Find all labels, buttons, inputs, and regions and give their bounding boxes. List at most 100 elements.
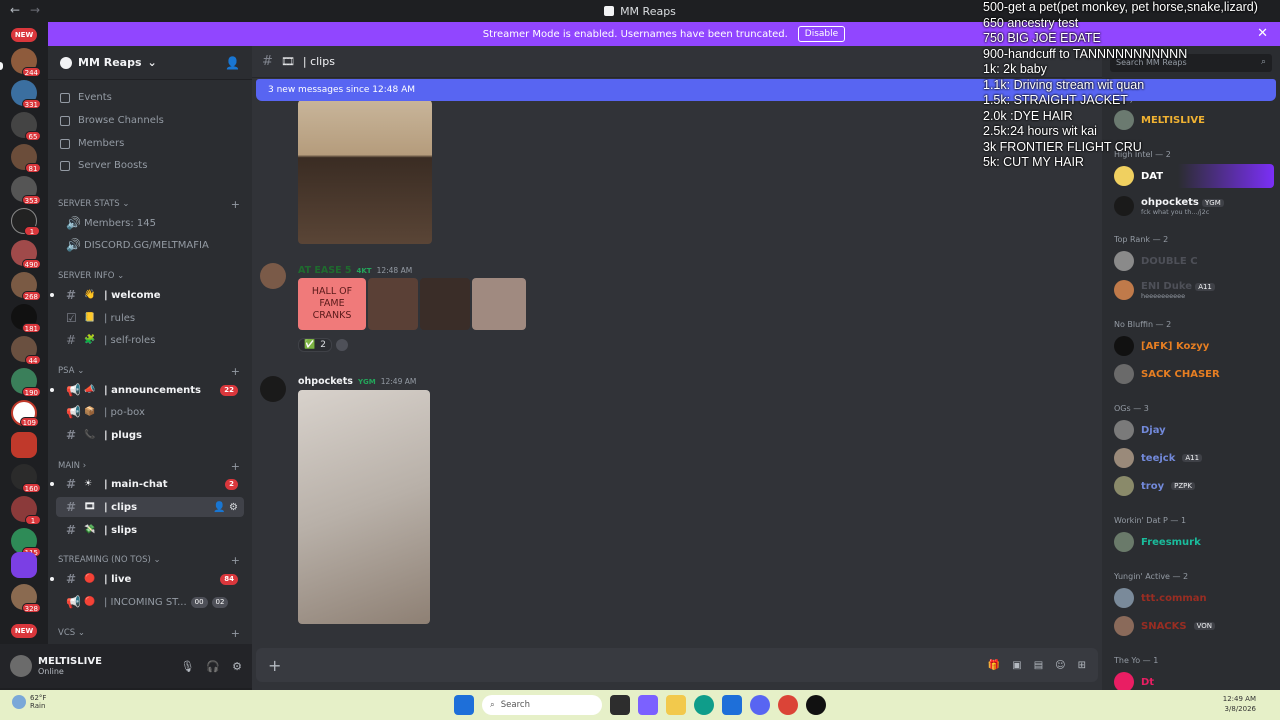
server-icon-6[interactable]: 1 (11, 208, 40, 236)
server-icon-11[interactable]: 190 (11, 368, 41, 397)
message-composer[interactable]: + 🎁 ▣ ▤ ☺ ⊞ (256, 648, 1098, 682)
message-author[interactable]: ohpockets (298, 376, 353, 387)
forward-arrow-icon[interactable]: → (30, 3, 40, 17)
nav-server-boosts[interactable]: Server Boosts (60, 160, 147, 171)
avatar[interactable] (10, 655, 32, 677)
store-icon[interactable] (722, 695, 742, 715)
nav-members[interactable]: Members (60, 138, 124, 149)
member-item[interactable]: Djay (1114, 418, 1274, 442)
nav-events[interactable]: Events (60, 92, 112, 103)
add-channel-icon[interactable]: + (231, 554, 240, 567)
member-item[interactable]: SACK CHASER (1114, 362, 1274, 386)
server-icon-7[interactable]: 490 (11, 240, 41, 269)
member-item[interactable]: SNACKS VON (1114, 614, 1274, 638)
category-psa[interactable]: PSA ⌄ + (58, 365, 240, 378)
category-main[interactable]: MAIN › + (58, 460, 240, 473)
add-channel-icon[interactable]: + (231, 627, 240, 640)
gear-icon[interactable]: ⚙ (232, 660, 242, 673)
channel-members-count[interactable]: 🔊 Members: 145 (56, 213, 244, 233)
gif-icon[interactable]: ▣ (1012, 660, 1021, 671)
channel-announcements[interactable]: 📢 📣 | announcements 22 (50, 380, 244, 400)
server-icon-1[interactable]: 244 (11, 48, 41, 77)
channel-label: | live (104, 573, 132, 585)
server-icon-15[interactable]: 1 (11, 496, 41, 525)
weather-widget[interactable]: 62°F Rain (12, 694, 46, 710)
server-icon-13[interactable] (11, 432, 37, 458)
message-image[interactable] (298, 390, 430, 624)
taskbar-search[interactable]: ⌕ Search (482, 695, 602, 715)
sticker-icon[interactable]: ▤ (1034, 660, 1043, 671)
nav-browse-channels[interactable]: Browse Channels (60, 115, 164, 126)
server-icon-12[interactable]: 109 (11, 400, 39, 427)
avatar[interactable] (260, 376, 286, 402)
microphone-icon[interactable]: 🎙 (180, 660, 194, 673)
add-channel-icon[interactable]: + (231, 198, 240, 211)
server-icon-10[interactable]: 44 (11, 336, 41, 365)
server-icon-5[interactable]: 353 (11, 176, 41, 205)
back-arrow-icon[interactable]: ← (10, 3, 20, 17)
channel-live[interactable]: # 🔴 | live 84 (50, 569, 244, 589)
member-item[interactable]: troy PZPK (1114, 474, 1274, 498)
channel-plugs[interactable]: # 📞 | plugs (56, 425, 244, 445)
server-icon-3[interactable]: 65 (11, 112, 41, 141)
copilot-icon[interactable] (638, 695, 658, 715)
gift-icon[interactable]: 🎁 (988, 660, 1000, 671)
channel-main-chat[interactable]: # ☀ | main-chat 2 (50, 474, 244, 494)
member-item[interactable]: [AFK] Kozyy (1114, 334, 1274, 358)
file-explorer-icon[interactable] (666, 695, 686, 715)
add-attachment-icon[interactable]: + (268, 656, 281, 675)
chrome-icon[interactable] (778, 695, 798, 715)
edge-icon[interactable] (694, 695, 714, 715)
windows-start-icon[interactable] (454, 695, 474, 715)
avatar[interactable] (260, 263, 286, 289)
add-channel-icon[interactable]: + (231, 365, 240, 378)
server-icon-14[interactable]: 160 (11, 464, 41, 493)
server-icon-8[interactable]: 268 (11, 272, 41, 301)
server-icon-18[interactable]: 328 (11, 584, 41, 613)
member-item[interactable]: ohpockets YGM fck what you th.../j2c (1114, 194, 1274, 218)
invite-icon[interactable]: 👤 (225, 56, 240, 70)
member-item[interactable]: ENI Duke A11 heeeeeeeeee (1114, 278, 1274, 302)
channel-invite[interactable]: 🔊 DISCORD.GG/MELTMAFIA (56, 235, 244, 255)
server-icon-4[interactable]: 81 (11, 144, 41, 173)
category-streaming[interactable]: STREAMING (NO TOS) ⌄ + (58, 554, 240, 567)
message-image[interactable] (472, 278, 526, 330)
channel-clips[interactable]: # 🎞 | clips 👤 ⚙ (56, 497, 244, 517)
channel-welcome[interactable]: # 👋 | welcome (50, 285, 244, 305)
task-view-icon[interactable] (610, 695, 630, 715)
channel-po-box[interactable]: 📢 📦 | po-box (56, 402, 244, 422)
server-icon-2[interactable]: 331 (11, 80, 41, 109)
category-server-stats[interactable]: SERVER STATS ⌄ + (58, 198, 240, 211)
message-image[interactable] (420, 278, 470, 330)
discord-icon[interactable] (750, 695, 770, 715)
channel-slips[interactable]: # 💸 | slips (56, 520, 244, 540)
headphones-icon[interactable]: 🎧 (206, 660, 220, 673)
hall-of-fame-card[interactable]: HALL OF FAME CRANKS (298, 278, 366, 330)
member-item[interactable]: Freesmurk (1114, 530, 1274, 554)
category-vcs[interactable]: VCs ⌄ + (58, 627, 240, 640)
add-reaction-icon[interactable] (335, 339, 348, 351)
system-clock[interactable]: 12:49 AM 3/8/2026 (1223, 694, 1256, 714)
server-icon-17[interactable] (11, 552, 37, 578)
message-image[interactable] (368, 278, 418, 330)
guild-header[interactable]: MM Reaps ⌄ 👤 (48, 46, 252, 80)
member-item[interactable]: DOUBLE C (1114, 249, 1274, 273)
channel-incoming-stream[interactable]: 📢 🔴 | INCOMING ST... 00 02 (56, 592, 244, 612)
apps-icon[interactable]: ⊞ (1078, 660, 1086, 671)
server-icon-9[interactable]: 181 (11, 304, 41, 333)
server-icon-16[interactable]: 115 (11, 528, 41, 557)
channel-self-roles[interactable]: # 🧩 | self-roles (56, 330, 244, 350)
avatar (1114, 280, 1134, 300)
channel-settings-icon[interactable]: 👤 ⚙ (213, 502, 238, 513)
add-channel-icon[interactable]: + (231, 460, 240, 473)
disable-button[interactable]: Disable (797, 26, 846, 42)
reaction-check[interactable]: ✅ 2 (298, 338, 332, 352)
message-image[interactable] (298, 100, 432, 244)
obs-icon[interactable] (806, 695, 826, 715)
channel-rules[interactable]: ☑ 📒 | rules (56, 308, 244, 328)
category-server-info[interactable]: SERVER INFO ⌄ (58, 271, 240, 281)
emoji-icon[interactable]: ☺ (1055, 660, 1065, 671)
message-author[interactable]: AT EASE 5 (298, 265, 352, 276)
member-item[interactable]: teejck A11 (1114, 446, 1274, 470)
member-item[interactable]: ttt.comman (1114, 586, 1274, 610)
